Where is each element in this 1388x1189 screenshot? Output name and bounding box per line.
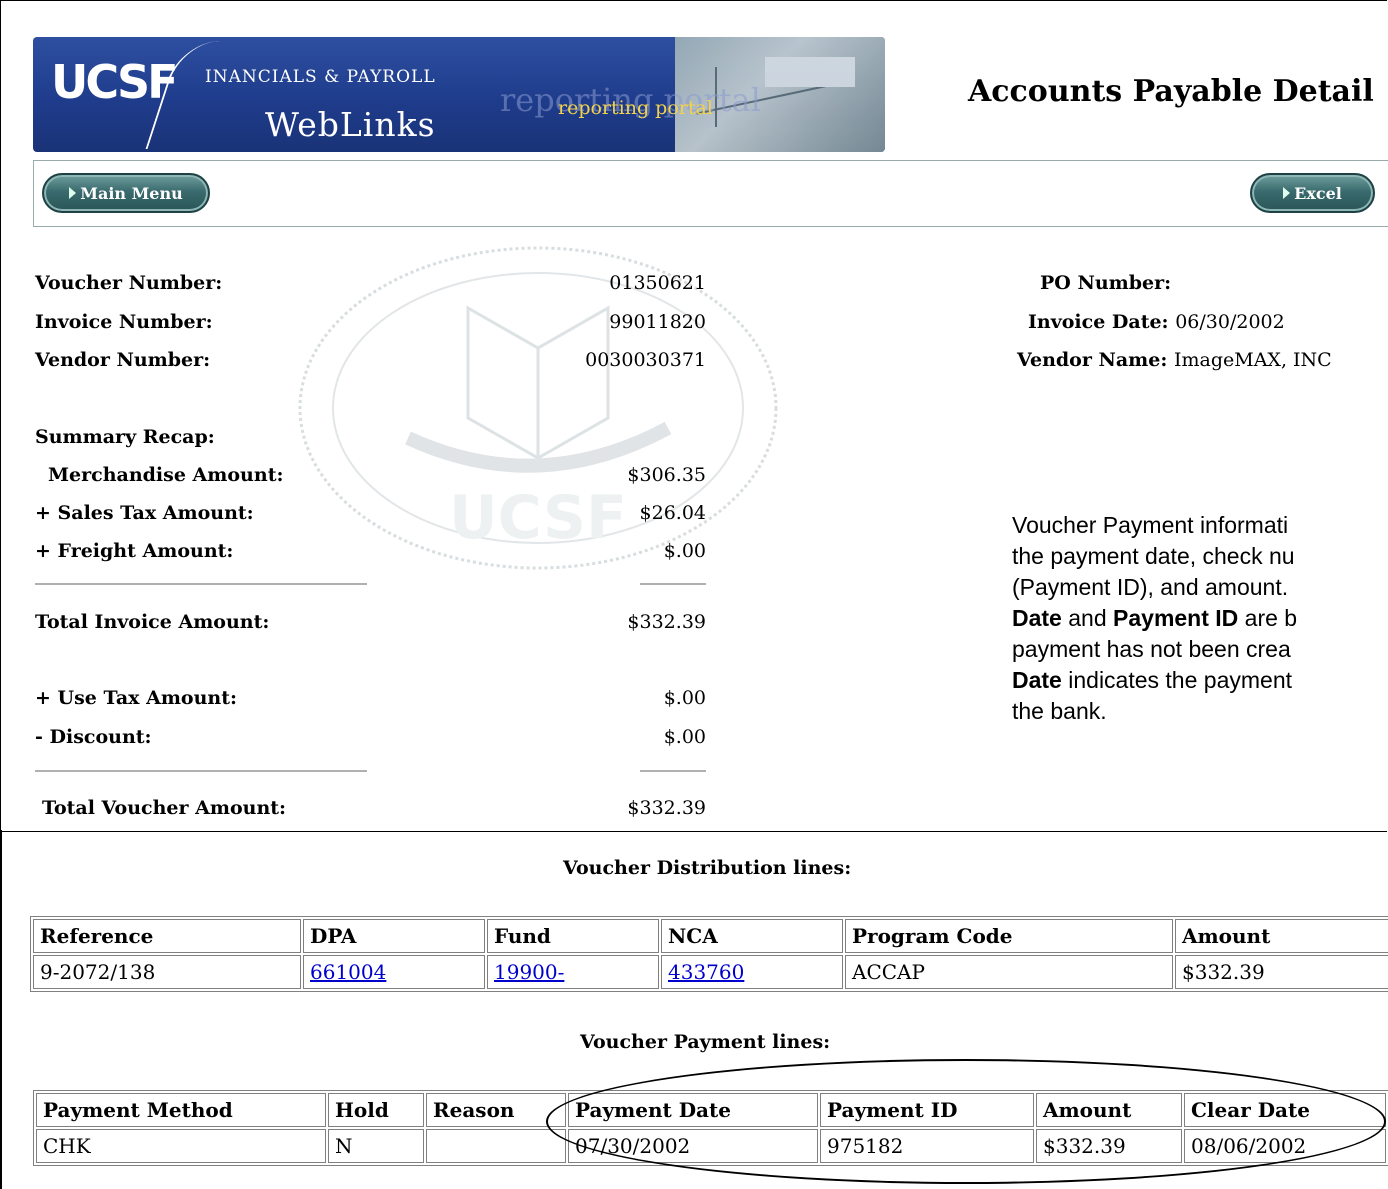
highlight-oval-annotation bbox=[546, 1059, 1386, 1184]
voucher-number-value: 01350621 bbox=[609, 272, 706, 294]
dpa-cell: 661004 bbox=[303, 955, 485, 989]
divider bbox=[640, 770, 706, 772]
divider bbox=[35, 583, 367, 585]
fund-cell: 19900- bbox=[487, 955, 659, 989]
excel-button[interactable]: Excel bbox=[1250, 173, 1375, 213]
banner-subtitle: INANCIALS & PAYROLL bbox=[205, 67, 436, 87]
reference-cell: 9-2072/138 bbox=[33, 955, 301, 989]
invoice-date-label: Invoice Date: bbox=[1028, 311, 1169, 333]
column-header: Amount bbox=[1175, 919, 1388, 953]
freight-amount-label: + Freight Amount: bbox=[35, 540, 234, 562]
invoice-number-label: Invoice Number: bbox=[35, 311, 213, 333]
payment-method-cell: CHK bbox=[36, 1129, 326, 1163]
voucher-number-label: Voucher Number: bbox=[35, 272, 223, 294]
use-tax-label: + Use Tax Amount: bbox=[35, 687, 238, 709]
table-header-row: Reference DPA Fund NCA Program Code Amou… bbox=[33, 919, 1388, 953]
total-voucher-value: $332.39 bbox=[627, 797, 706, 819]
column-header: Reference bbox=[33, 919, 301, 953]
note-line: the bank. bbox=[1012, 698, 1107, 724]
column-header: Reason bbox=[426, 1093, 566, 1127]
note-line: the payment date, check nu bbox=[1012, 543, 1295, 569]
merchandise-amount-label: Merchandise Amount: bbox=[48, 464, 284, 486]
vendor-name-value: ImageMAX, INC bbox=[1174, 349, 1332, 371]
column-header: Program Code bbox=[845, 919, 1173, 953]
note-bold: Payment ID bbox=[1113, 605, 1239, 631]
divider bbox=[640, 583, 706, 585]
main-menu-label: Main Menu bbox=[80, 183, 183, 203]
use-tax-value: $.00 bbox=[663, 687, 706, 709]
fund-link[interactable]: 19900- bbox=[494, 960, 564, 984]
total-invoice-label: Total Invoice Amount: bbox=[35, 611, 270, 633]
freight-amount-value: $.00 bbox=[663, 540, 706, 562]
page-title: Accounts Payable Detail bbox=[968, 74, 1374, 109]
weblinks-logo: WebLinks bbox=[265, 105, 436, 144]
note-bold: Date bbox=[1012, 667, 1062, 693]
vendor-number-label: Vendor Number: bbox=[35, 349, 211, 371]
invoice-date-value: 06/30/2002 bbox=[1175, 311, 1285, 333]
total-voucher-label: Total Voucher Amount: bbox=[42, 797, 287, 819]
vendor-number-value: 0030030371 bbox=[585, 349, 706, 371]
payment-lines-title: Voucher Payment lines: bbox=[580, 1031, 831, 1053]
weblinks-banner: UCSF INANCIALS & PAYROLL WebLinks report… bbox=[33, 37, 885, 152]
note-line: Date indicates the payment bbox=[1012, 665, 1388, 696]
reason-cell bbox=[426, 1129, 566, 1163]
note-line: Voucher Payment informati bbox=[1012, 512, 1289, 538]
table-row: 9-2072/138 661004 19900- 433760 ACCAP $3… bbox=[33, 955, 1388, 989]
amount-cell: $332.39 bbox=[1175, 955, 1388, 989]
page-frame-lower bbox=[0, 830, 12, 1189]
note-line: (Payment ID), and amount. bbox=[1012, 574, 1289, 600]
payment-info-note: Voucher Payment informati the payment da… bbox=[1012, 510, 1388, 727]
note-text: indicates the payment bbox=[1061, 667, 1292, 693]
arrow-right-icon bbox=[1283, 187, 1291, 199]
note-line: Date and Payment ID are b bbox=[1012, 603, 1388, 634]
column-header: DPA bbox=[303, 919, 485, 953]
divider bbox=[35, 770, 367, 772]
column-header: Fund bbox=[487, 919, 659, 953]
vendor-name-field: Vendor Name: ImageMAX, INC bbox=[1017, 349, 1332, 371]
po-number-label: PO Number: bbox=[1040, 272, 1171, 294]
note-text: and bbox=[1061, 605, 1114, 631]
note-text: are b bbox=[1238, 605, 1298, 631]
dpa-link[interactable]: 661004 bbox=[310, 960, 386, 984]
discount-label: - Discount: bbox=[35, 726, 152, 748]
ucsf-logo: UCSF bbox=[51, 55, 179, 109]
arrow-right-icon bbox=[69, 187, 77, 199]
distribution-table: Reference DPA Fund NCA Program Code Amou… bbox=[30, 916, 1388, 992]
distribution-lines-title: Voucher Distribution lines: bbox=[563, 857, 852, 879]
portal-text: reporting portal bbox=[558, 97, 713, 119]
summary-recap-title: Summary Recap: bbox=[35, 426, 215, 448]
sales-tax-label: + Sales Tax Amount: bbox=[35, 502, 254, 524]
excel-label: Excel bbox=[1294, 183, 1342, 203]
main-menu-button[interactable]: Main Menu bbox=[42, 173, 210, 213]
discount-value: $.00 bbox=[663, 726, 706, 748]
program-code-cell: ACCAP bbox=[845, 955, 1173, 989]
hold-cell: N bbox=[328, 1129, 424, 1163]
total-invoice-value: $332.39 bbox=[627, 611, 706, 633]
toolbar bbox=[33, 160, 1388, 227]
nca-link[interactable]: 433760 bbox=[668, 960, 744, 984]
invoice-date-field: Invoice Date: 06/30/2002 bbox=[1028, 311, 1285, 333]
nca-cell: 433760 bbox=[661, 955, 843, 989]
merchandise-amount-value: $306.35 bbox=[627, 464, 706, 486]
vendor-name-label: Vendor Name: bbox=[1017, 349, 1168, 371]
invoice-number-value: 99011820 bbox=[609, 311, 706, 333]
column-header: Payment Method bbox=[36, 1093, 326, 1127]
po-number-label-text: PO Number: bbox=[1040, 272, 1172, 294]
university-seal-watermark: UCSF bbox=[298, 246, 778, 570]
note-bold: Date bbox=[1012, 605, 1062, 631]
sales-tax-value: $26.04 bbox=[639, 502, 706, 524]
column-header: NCA bbox=[661, 919, 843, 953]
note-line: payment has not been crea bbox=[1012, 636, 1291, 662]
column-header: Hold bbox=[328, 1093, 424, 1127]
